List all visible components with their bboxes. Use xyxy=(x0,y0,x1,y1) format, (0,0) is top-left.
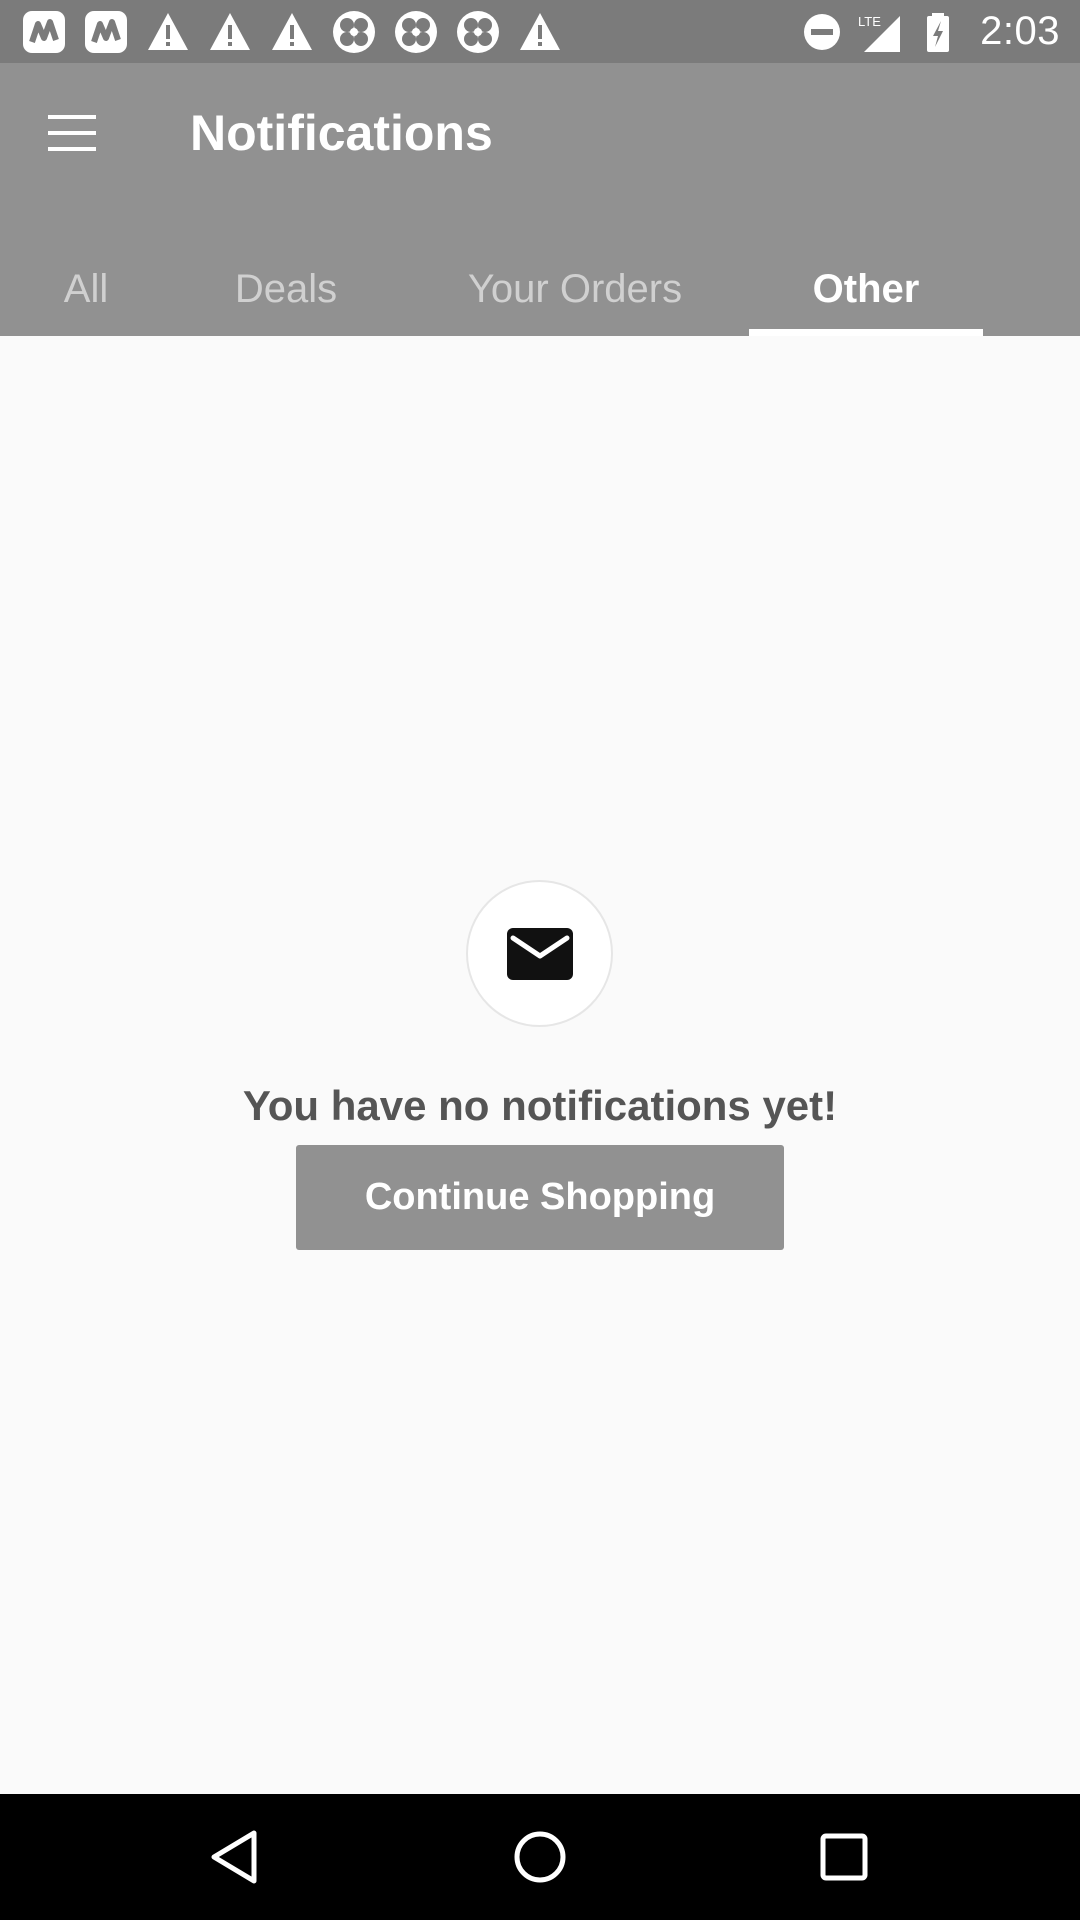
home-icon xyxy=(510,1827,570,1887)
back-button[interactable] xyxy=(206,1827,266,1887)
continue-shopping-button[interactable]: Continue Shopping xyxy=(296,1145,784,1250)
home-button[interactable] xyxy=(510,1827,570,1887)
status-system-icons: LTE 2:03 xyxy=(800,0,1060,63)
warning-icon xyxy=(146,10,190,54)
tab-all[interactable]: All xyxy=(24,243,148,336)
do-not-disturb-icon xyxy=(800,10,844,54)
empty-state-badge xyxy=(466,880,613,1027)
envelope-icon xyxy=(505,926,575,982)
system-nav-bar xyxy=(0,1794,1080,1920)
tab-other[interactable]: Other xyxy=(749,243,983,336)
warning-icon xyxy=(208,10,252,54)
page-title: Notifications xyxy=(190,105,493,161)
tab-deals[interactable]: Deals xyxy=(210,243,362,336)
empty-state-message: You have no notifications yet! xyxy=(242,1082,838,1129)
lte-label: LTE xyxy=(858,14,881,29)
hamburger-menu-icon xyxy=(40,109,104,157)
tab-bar: All Deals Your Orders Other xyxy=(0,243,1080,336)
clover-icon xyxy=(332,10,376,54)
status-notification-icons xyxy=(22,10,562,54)
notifications-content: You have no notifications yet! Continue … xyxy=(0,336,1080,1794)
warning-icon xyxy=(518,10,562,54)
tab-your-orders[interactable]: Your Orders xyxy=(440,243,710,336)
notification-app-icon xyxy=(22,10,66,54)
lte-signal-icon: LTE xyxy=(858,10,902,54)
status-bar: LTE 2:03 xyxy=(0,0,1080,63)
warning-icon xyxy=(270,10,314,54)
menu-button[interactable] xyxy=(40,109,104,157)
active-tab-indicator xyxy=(749,329,983,336)
battery-charging-icon xyxy=(916,10,960,54)
back-icon xyxy=(206,1827,266,1887)
clover-icon xyxy=(456,10,500,54)
clock: 2:03 xyxy=(980,9,1060,53)
notification-app-icon xyxy=(84,10,128,54)
recents-button[interactable] xyxy=(814,1827,874,1887)
app-bar: Notifications All Deals Your Orders Othe… xyxy=(0,63,1080,336)
clover-icon xyxy=(394,10,438,54)
recents-icon xyxy=(814,1827,874,1887)
